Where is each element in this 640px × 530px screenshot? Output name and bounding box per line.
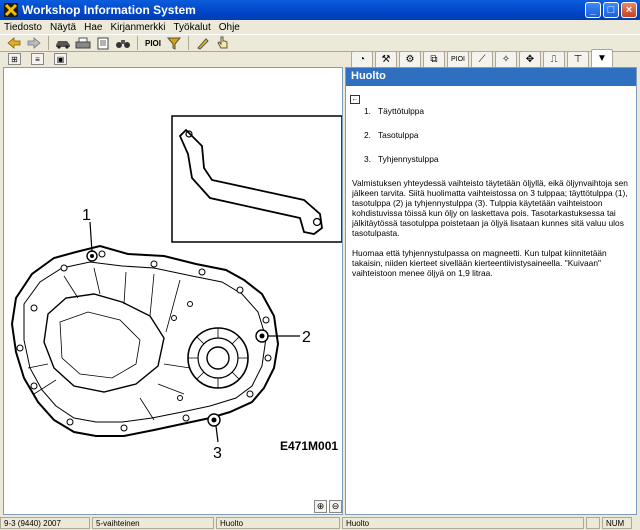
callout-1: 1 xyxy=(82,207,91,224)
tab-pioi[interactable]: PIOI xyxy=(447,51,469,67)
gauge-icon: ◔ xyxy=(358,54,366,65)
forward-button[interactable] xyxy=(26,36,42,51)
binoculars-icon xyxy=(116,40,130,48)
tab-adjust[interactable]: ✥ xyxy=(519,51,541,67)
tab-parts[interactable]: ⚙ xyxy=(399,51,421,67)
pointer-button[interactable] xyxy=(215,36,231,51)
filler-plug xyxy=(86,250,98,262)
category-tabs: ◔ ⚒ ⚙ ⧉ PIOI ⟋ ✧ ✥ ⎍ ⊤ ▼ xyxy=(345,49,640,67)
printer-icon xyxy=(75,37,91,48)
pioi-button[interactable]: PIOI xyxy=(144,36,162,51)
section-heading: Huolto xyxy=(346,68,636,86)
tab-lift[interactable]: ⊤ xyxy=(567,51,589,67)
circuit-icon: ⎍ xyxy=(550,54,558,65)
zoom-in-button[interactable]: ⊕ xyxy=(314,500,327,513)
menu-view[interactable]: Näytä xyxy=(50,22,76,33)
callout-3: 3 xyxy=(213,445,222,462)
toolbar-separator xyxy=(137,36,138,50)
document-button[interactable] xyxy=(95,36,111,51)
component-icon: ⧉ xyxy=(430,54,438,65)
filter-icon xyxy=(167,37,181,50)
tab-repair[interactable]: ✧ xyxy=(495,51,517,67)
status-subsection: Huolto xyxy=(342,517,584,529)
tab-service[interactable]: ▼ xyxy=(591,49,613,67)
callout-2: 2 xyxy=(302,329,311,346)
status-spacer xyxy=(586,517,600,529)
print-button[interactable] xyxy=(75,36,91,51)
level-plug xyxy=(255,329,269,343)
tab-circuit[interactable]: ⎍ xyxy=(543,51,565,67)
tab-components[interactable]: ⧉ xyxy=(423,51,445,67)
document-body: 1. Täyttötulppa 2. Tasotulppa 3. Tyhjennyst… xyxy=(352,106,630,278)
status-num: NUM xyxy=(602,517,632,529)
tree-view-button[interactable]: ⊞ xyxy=(8,53,21,65)
list-item: 2. Tasotulppa xyxy=(364,130,419,140)
app-icon xyxy=(4,3,18,17)
service-filter-icon: ▼ xyxy=(597,53,607,64)
hand-pointer-icon xyxy=(217,36,228,49)
lift-icon: ⊤ xyxy=(573,54,583,65)
filter-button[interactable] xyxy=(166,36,182,51)
find-button[interactable] xyxy=(115,36,131,51)
car-icon xyxy=(56,41,70,49)
pencil-icon xyxy=(197,37,209,50)
tab-measure[interactable]: ⟋ xyxy=(471,51,493,67)
arrow-right-icon xyxy=(27,37,41,49)
window-title: Workshop Information System xyxy=(22,3,196,17)
tree-icon: ⊞ xyxy=(11,54,18,64)
paragraph-note: Huomaa että tyhjennystulpassa on magneet… xyxy=(352,248,607,278)
zoom-in-icon: ⊕ xyxy=(316,501,325,511)
back-button[interactable] xyxy=(6,36,22,51)
drain-plug xyxy=(207,413,221,427)
text-view-button[interactable]: ≡ xyxy=(31,53,44,65)
vehicle-button[interactable] xyxy=(55,36,71,51)
close-button[interactable]: × xyxy=(621,2,637,18)
minimize-button[interactable]: _ xyxy=(585,2,601,18)
menu-file[interactable]: Tiedosto xyxy=(4,22,42,33)
gearbox-illustration: 1 2 3 E471M001 xyxy=(10,115,342,462)
figure-code: E471M001 xyxy=(280,439,338,453)
image-view-button[interactable]: ▣ xyxy=(54,53,67,65)
view-toolbar: ⊞ ≡ ▣ xyxy=(0,52,345,66)
status-bar: 9-3 (9440) 2007 5-vaihteinen Huolto Huol… xyxy=(0,516,640,530)
toolbar-separator xyxy=(48,36,49,50)
menu-tools[interactable]: Työkalut xyxy=(173,22,210,33)
list-item: 1. Täyttötulppa xyxy=(364,106,425,116)
text-icon: ≡ xyxy=(35,54,40,64)
gears-icon: ⚙ xyxy=(405,54,415,65)
menu-bar: Tiedosto Näytä Hae Kirjanmerkki Työkalut… xyxy=(0,20,640,34)
toolbar-separator xyxy=(188,36,189,50)
ruler-icon: ⟋ xyxy=(478,54,486,65)
tab-tools[interactable]: ⚒ xyxy=(375,51,397,67)
menu-bookmark[interactable]: Kirjanmerkki xyxy=(110,22,165,33)
move-icon: ✥ xyxy=(525,54,535,65)
illustration-pane: 1 2 3 E471M001 ⊕ ⊖ xyxy=(3,67,343,515)
app-window: Workshop Information System _ □ × Tiedos… xyxy=(0,0,640,530)
status-section: Huolto xyxy=(216,517,340,529)
back-link-icon[interactable]: ← xyxy=(350,95,360,104)
menu-help[interactable]: Ohje xyxy=(219,22,240,33)
zoom-out-icon: ⊖ xyxy=(331,501,340,511)
highlight-button[interactable] xyxy=(195,36,211,51)
document-pane: Huolto ← 1. Täyttötulppa 2. Tasotulppa 3. T… xyxy=(345,67,637,515)
document-icon xyxy=(97,37,109,49)
image-icon: ▣ xyxy=(56,54,65,64)
wrench-icon: ⚒ xyxy=(381,54,391,65)
title-bar[interactable]: Workshop Information System _ □ × xyxy=(0,0,640,20)
list-item: 3. Tyhjennystulppa xyxy=(364,154,439,164)
arrow-left-icon xyxy=(7,37,21,49)
status-model: 9-3 (9440) 2007 xyxy=(0,517,90,529)
menu-search[interactable]: Hae xyxy=(84,22,102,33)
zoom-out-button[interactable]: ⊖ xyxy=(329,500,342,513)
paragraph-intro: Valmistuksen yhteydessä vaihteisto täyte… xyxy=(352,178,628,238)
plug-list: 1. Täyttötulppa 2. Tasotulppa 3. Tyhjennyst… xyxy=(352,106,630,164)
maximize-button[interactable]: □ xyxy=(603,2,619,18)
tab-general[interactable]: ◔ xyxy=(351,51,373,67)
status-gearbox: 5-vaihteinen xyxy=(92,517,214,529)
screwdriver-icon: ✧ xyxy=(501,54,511,65)
